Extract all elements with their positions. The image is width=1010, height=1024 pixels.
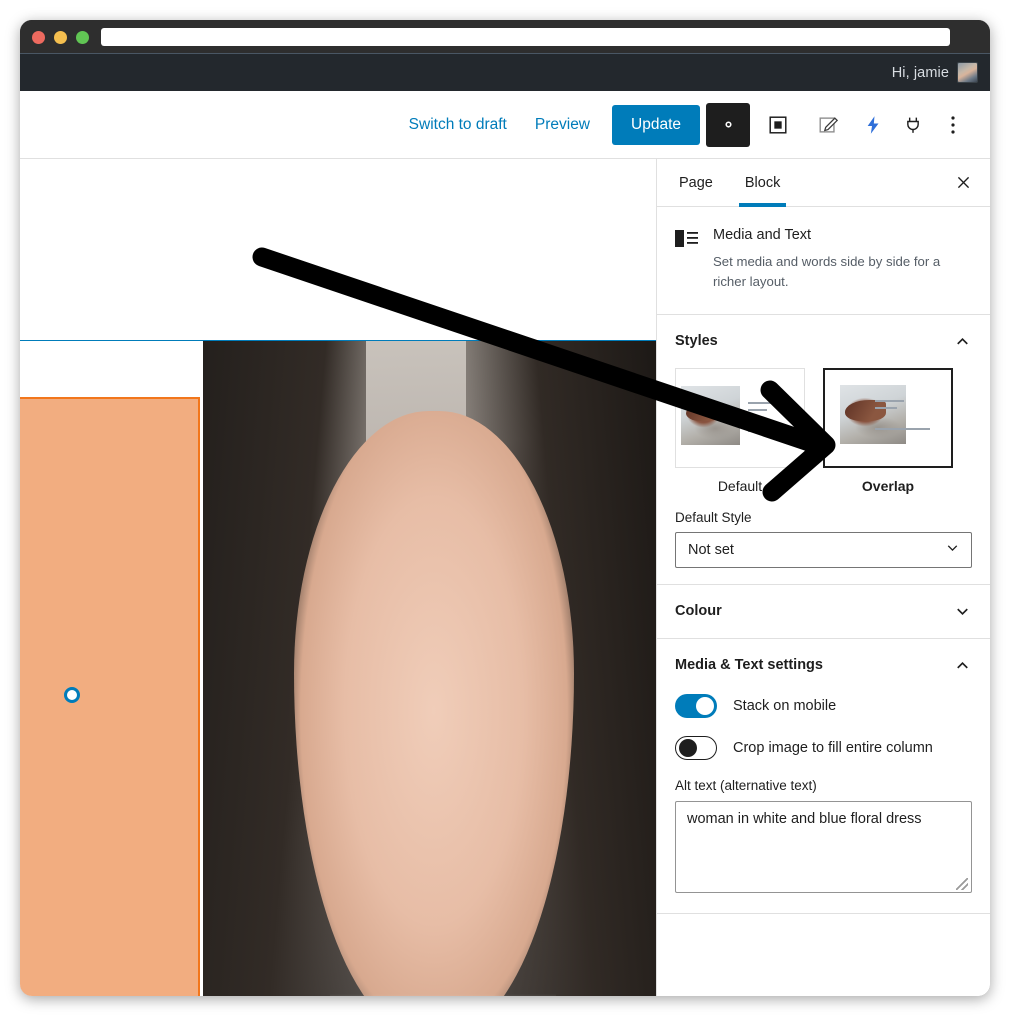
block-card-description: Set media and words side by side for a r… — [713, 254, 941, 289]
crop-image-label: Crop image to fill entire column — [733, 739, 933, 756]
thumbnail-text-lines — [875, 400, 938, 435]
tab-page-label: Page — [679, 174, 713, 191]
media-text-panel-header[interactable]: Media & Text settings — [657, 639, 990, 692]
maximize-window-icon[interactable] — [76, 30, 89, 44]
chevron-down-icon — [944, 539, 961, 560]
style-option-default[interactable]: Default — [675, 367, 805, 494]
colour-panel: Colour — [657, 585, 990, 639]
block-card-text: Media and Text Set media and words side … — [713, 227, 972, 292]
media-text-body: Stack on mobile Crop image to fill entir… — [657, 692, 990, 913]
default-style-value: Not set — [688, 541, 734, 558]
default-style-select[interactable]: Not set — [675, 531, 972, 568]
sidebar-tabs: Page Block — [657, 159, 990, 207]
resize-handle[interactable] — [64, 687, 80, 703]
toggle-knob — [696, 696, 714, 715]
update-button[interactable]: Update — [612, 104, 700, 145]
style-thumbnail-default[interactable] — [675, 367, 805, 468]
style-options: Default Overlap — [675, 367, 972, 494]
styles-panel: Styles Default Overlap Default Style Not… — [657, 315, 990, 585]
style-label-overlap: Overlap — [861, 477, 915, 494]
stack-on-mobile-toggle[interactable] — [675, 693, 717, 718]
colour-heading: Colour — [675, 603, 722, 620]
screenshot-root: Hi, jamie Switch to draft Preview Update — [0, 0, 1010, 1024]
block-card: Media and Text Set media and words side … — [657, 207, 990, 314]
block-card-title: Media and Text — [713, 227, 812, 243]
editor-canvas[interactable]: ng — [20, 159, 656, 996]
editor-body: ng Page Block — [20, 159, 990, 996]
avatar — [957, 62, 978, 83]
media-text-heading: Media & Text settings — [675, 657, 823, 674]
default-style-label: Default Style — [675, 509, 752, 525]
bird-illustration-icon — [681, 386, 740, 446]
toggle-knob — [679, 738, 697, 757]
style-label-default: Default — [717, 477, 763, 494]
image-detail-bottom — [329, 994, 557, 996]
styles-heading: Styles — [675, 333, 718, 350]
thumbnail-text-lines — [747, 401, 799, 437]
resize-grip-icon[interactable] — [956, 877, 968, 890]
greeting-label: Hi, jamie — [891, 64, 949, 81]
block-card-panel: Media and Text Set media and words side … — [657, 207, 990, 315]
chevron-down-icon[interactable] — [953, 602, 972, 621]
media-text-settings-panel: Media & Text settings Stack on mobile Cr… — [657, 639, 990, 914]
stack-on-mobile-label: Stack on mobile — [733, 697, 837, 714]
alt-text-input[interactable]: woman in white and blue floral dress — [675, 800, 972, 893]
tab-block-label: Block — [744, 174, 781, 191]
style-option-overlap[interactable]: Overlap — [823, 367, 953, 494]
editor-toolbar: Switch to draft Preview Update — [20, 91, 990, 159]
wp-admin-bar: Hi, jamie — [20, 53, 990, 91]
tab-block[interactable]: Block — [729, 159, 796, 207]
preview-button[interactable]: Preview — [521, 108, 604, 142]
minimize-window-icon[interactable] — [54, 30, 67, 44]
more-options-icon[interactable] — [936, 103, 970, 147]
chevron-up-icon[interactable] — [953, 332, 972, 351]
settings-sidebar: Page Block Media and Text Set media and … — [656, 159, 990, 996]
close-window-icon[interactable] — [32, 30, 45, 44]
media-image[interactable] — [203, 341, 656, 996]
tab-page[interactable]: Page — [663, 159, 729, 206]
thumbnail-preview — [825, 370, 951, 466]
close-sidebar-icon[interactable] — [937, 159, 990, 206]
account-menu[interactable]: Hi, jamie — [892, 62, 978, 83]
alt-text-value: woman in white and blue floral dress — [687, 810, 922, 827]
jetpack-bolt-icon[interactable] — [856, 103, 890, 147]
styles-body: Default Overlap Default Style Not set — [657, 367, 990, 584]
traffic-lights — [32, 30, 89, 44]
style-thumbnail-overlap[interactable] — [823, 367, 953, 468]
browser-titlebar — [20, 20, 990, 54]
media-and-text-icon — [675, 227, 699, 292]
stack-on-mobile-row[interactable]: Stack on mobile — [675, 693, 972, 718]
alt-text-label: Alt text (alternative text) — [675, 777, 817, 793]
styles-panel-header[interactable]: Styles — [657, 315, 990, 368]
crop-image-row[interactable]: Crop image to fill entire column — [675, 735, 972, 760]
block-inserter-icon[interactable] — [756, 103, 800, 147]
thumbnail-preview — [676, 369, 804, 467]
settings-gear-icon[interactable] — [706, 102, 750, 147]
image-detail-center — [293, 410, 575, 996]
colour-panel-header[interactable]: Colour — [657, 585, 990, 638]
browser-window: Hi, jamie Switch to draft Preview Update — [20, 20, 990, 996]
address-bar[interactable] — [101, 28, 950, 46]
switch-to-draft-button[interactable]: Switch to draft — [395, 108, 521, 142]
edit-pencil-icon[interactable] — [806, 103, 850, 147]
text-column-block[interactable]: ng — [20, 397, 200, 996]
chevron-up-icon[interactable] — [953, 656, 972, 675]
crop-image-toggle[interactable] — [675, 735, 717, 760]
plugin-plug-icon[interactable] — [896, 103, 930, 147]
block-editor: Switch to draft Preview Update Page Bloc… — [20, 91, 990, 996]
